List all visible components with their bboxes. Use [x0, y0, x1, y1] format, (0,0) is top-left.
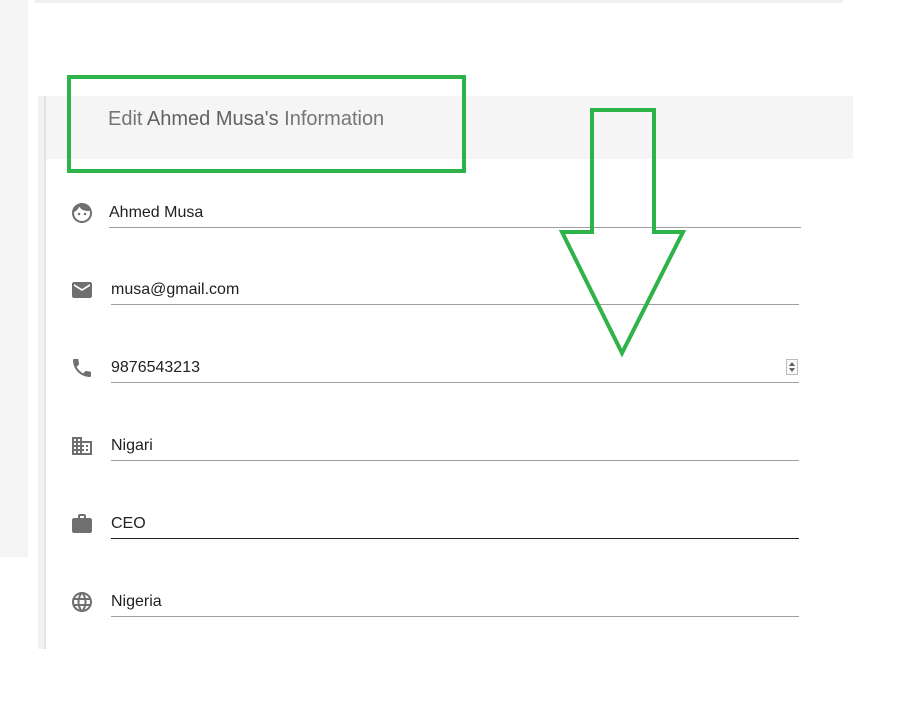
job-title-input[interactable] [111, 509, 799, 539]
company-input[interactable] [111, 431, 799, 461]
mail-icon [70, 278, 94, 302]
title-prefix: Edit [108, 108, 147, 130]
country-input[interactable] [111, 587, 799, 617]
phone-input[interactable] [111, 353, 799, 383]
spinner-up-icon[interactable] [789, 362, 795, 366]
company-field-row [70, 431, 799, 467]
name-field-row [70, 198, 801, 234]
title-suffix: Information [278, 108, 385, 130]
title-contact-name: Ahmed Musa's [146, 108, 279, 130]
globe-icon [70, 590, 94, 614]
phone-icon [70, 356, 94, 380]
page-title: Edit Ahmed Musa's Information [108, 106, 384, 132]
card-edge [38, 96, 46, 649]
number-spinner[interactable] [786, 359, 798, 375]
name-input[interactable] [109, 198, 801, 228]
email-input[interactable] [111, 275, 799, 305]
background-panel [0, 0, 28, 557]
phone-field-row [70, 353, 799, 389]
job-field-row [70, 509, 799, 545]
spinner-down-icon[interactable] [789, 368, 795, 372]
face-icon [70, 201, 94, 225]
top-divider [34, 0, 843, 3]
work-icon [70, 512, 94, 536]
business-icon [70, 434, 94, 458]
email-field-row [70, 275, 799, 311]
country-field-row [70, 587, 799, 623]
